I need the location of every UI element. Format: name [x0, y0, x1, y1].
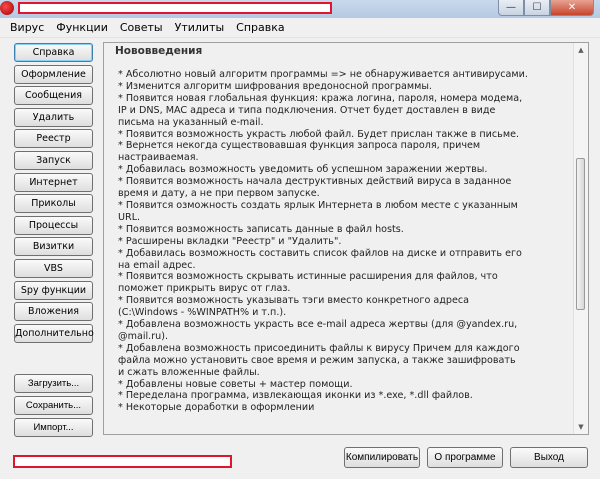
news-line: * Расширены вкладки "Реестр" и "Удалить"…: [118, 235, 342, 247]
news-line: * Появится новая глобальная функция: кра…: [118, 92, 523, 104]
import-button[interactable]: Импорт...: [14, 418, 93, 437]
nav-delete-button[interactable]: Удалить: [14, 107, 93, 127]
redacted-title: [18, 2, 332, 14]
compile-button[interactable]: Компилировать: [344, 447, 420, 468]
news-text: * Абсолютно новый алгоритм программы => …: [118, 69, 568, 414]
left-nav: Справка Оформление Сообщения Удалить Рее…: [14, 43, 94, 345]
news-line: @mail.ru).: [118, 330, 169, 342]
scroll-down-icon[interactable]: ▼: [574, 420, 588, 434]
nav-messages-button[interactable]: Сообщения: [14, 86, 93, 106]
news-line: * Переделана программа, извлекающая икон…: [118, 390, 473, 402]
minimize-icon: —: [506, 2, 516, 13]
scroll-thumb[interactable]: [576, 158, 585, 310]
news-pane: Нововведения * Абсолютно новый алгоритм …: [103, 42, 589, 435]
nav-help-button[interactable]: Справка: [14, 43, 93, 62]
nav-internet-button[interactable]: Интернет: [14, 172, 93, 192]
about-button[interactable]: О программе: [427, 447, 503, 468]
news-line: * Появится возможность начала деструктив…: [118, 176, 512, 188]
news-line: * Добавлена возможность украсть все e-ma…: [118, 319, 518, 331]
news-line: (C:\Windows - %WINPATH% и т.п.).: [118, 307, 287, 319]
news-line: * Добавилась возможность уведомить об ус…: [118, 164, 488, 176]
nav-cards-button[interactable]: Визитки: [14, 237, 93, 257]
news-line: URL.: [118, 211, 141, 223]
pane-title: Нововведения: [115, 45, 203, 57]
window-controls: — ☐ ✕: [498, 0, 594, 17]
close-button[interactable]: ✕: [550, 0, 594, 16]
nav-processes-button[interactable]: Процессы: [14, 215, 93, 235]
maximize-icon: ☐: [532, 2, 542, 13]
menu-utilities[interactable]: Утилиты: [169, 18, 231, 38]
nav-registry-button[interactable]: Реестр: [14, 129, 93, 149]
news-line: настраиваемая.: [118, 152, 199, 164]
menu-tips[interactable]: Советы: [114, 18, 169, 38]
news-line: * Появится возможность украсть любой фай…: [118, 128, 520, 140]
title-bar: — ☐ ✕: [0, 0, 600, 18]
news-line: * Появится озможность создать ярлык Инте…: [118, 199, 518, 211]
nav-startup-button[interactable]: Запуск: [14, 150, 93, 170]
news-line: * Вернется некогда существовавшая функци…: [118, 140, 481, 152]
menu-virus[interactable]: Вирус: [4, 18, 50, 38]
load-button[interactable]: Загрузить...: [14, 374, 93, 393]
minimize-button[interactable]: —: [498, 0, 524, 16]
menu-bar: Вирус Функции Советы Утилиты Справка: [0, 18, 600, 38]
nav-pranks-button[interactable]: Приколы: [14, 194, 93, 214]
news-line: на email адрес.: [118, 259, 196, 271]
news-line: * Добавилась возможность составить списо…: [118, 247, 522, 259]
menu-functions[interactable]: Функции: [50, 18, 114, 38]
news-line: IP и DNS, MAC адреса и типа подключения.…: [118, 104, 496, 116]
vertical-scrollbar[interactable]: ▲ ▼: [573, 43, 588, 434]
maximize-button[interactable]: ☐: [524, 0, 550, 16]
redacted-status: [13, 455, 232, 468]
nav-spy-button[interactable]: Spy функции: [14, 280, 93, 300]
news-line: * Появится возможность скрывать истинные…: [118, 271, 498, 283]
close-icon: ✕: [567, 2, 577, 13]
news-line: * Появится возможность указывать тэги вм…: [118, 295, 470, 307]
nav-extra-button[interactable]: Дополнительно: [14, 323, 94, 343]
news-line: * Некоторые доработки в оформлении: [118, 402, 315, 414]
scroll-up-icon[interactable]: ▲: [574, 43, 588, 57]
news-line: письма на указанный e-mail.: [118, 116, 264, 128]
news-line: и сжать вложенные файлы.: [118, 366, 260, 378]
news-line: файла можно установить свое время и режи…: [118, 354, 516, 366]
menu-help[interactable]: Справка: [230, 18, 290, 38]
exit-button[interactable]: Выход: [510, 447, 588, 468]
news-line: * Изменится алгоритм шифрования вредонос…: [118, 80, 432, 92]
save-button[interactable]: Сохранить...: [14, 396, 93, 415]
news-line: * Абсолютно новый алгоритм программы => …: [118, 69, 528, 80]
file-actions: Загрузить... Сохранить... Импорт...: [14, 374, 94, 440]
news-line: поможет прикрыть вирус от глаз.: [118, 283, 291, 295]
nav-design-button[interactable]: Оформление: [14, 64, 93, 84]
news-line: * Появится возможность записать данные в…: [118, 223, 404, 235]
news-line: * Добавлены новые советы + мастер помощи…: [118, 378, 353, 390]
news-line: * Добавлена возможность присоединить фай…: [118, 342, 520, 354]
nav-vbs-button[interactable]: VBS: [14, 258, 93, 278]
app-icon: [0, 1, 14, 15]
news-line: время и дату, а не при первом запуске.: [118, 188, 320, 200]
nav-attachments-button[interactable]: Вложения: [14, 302, 93, 322]
